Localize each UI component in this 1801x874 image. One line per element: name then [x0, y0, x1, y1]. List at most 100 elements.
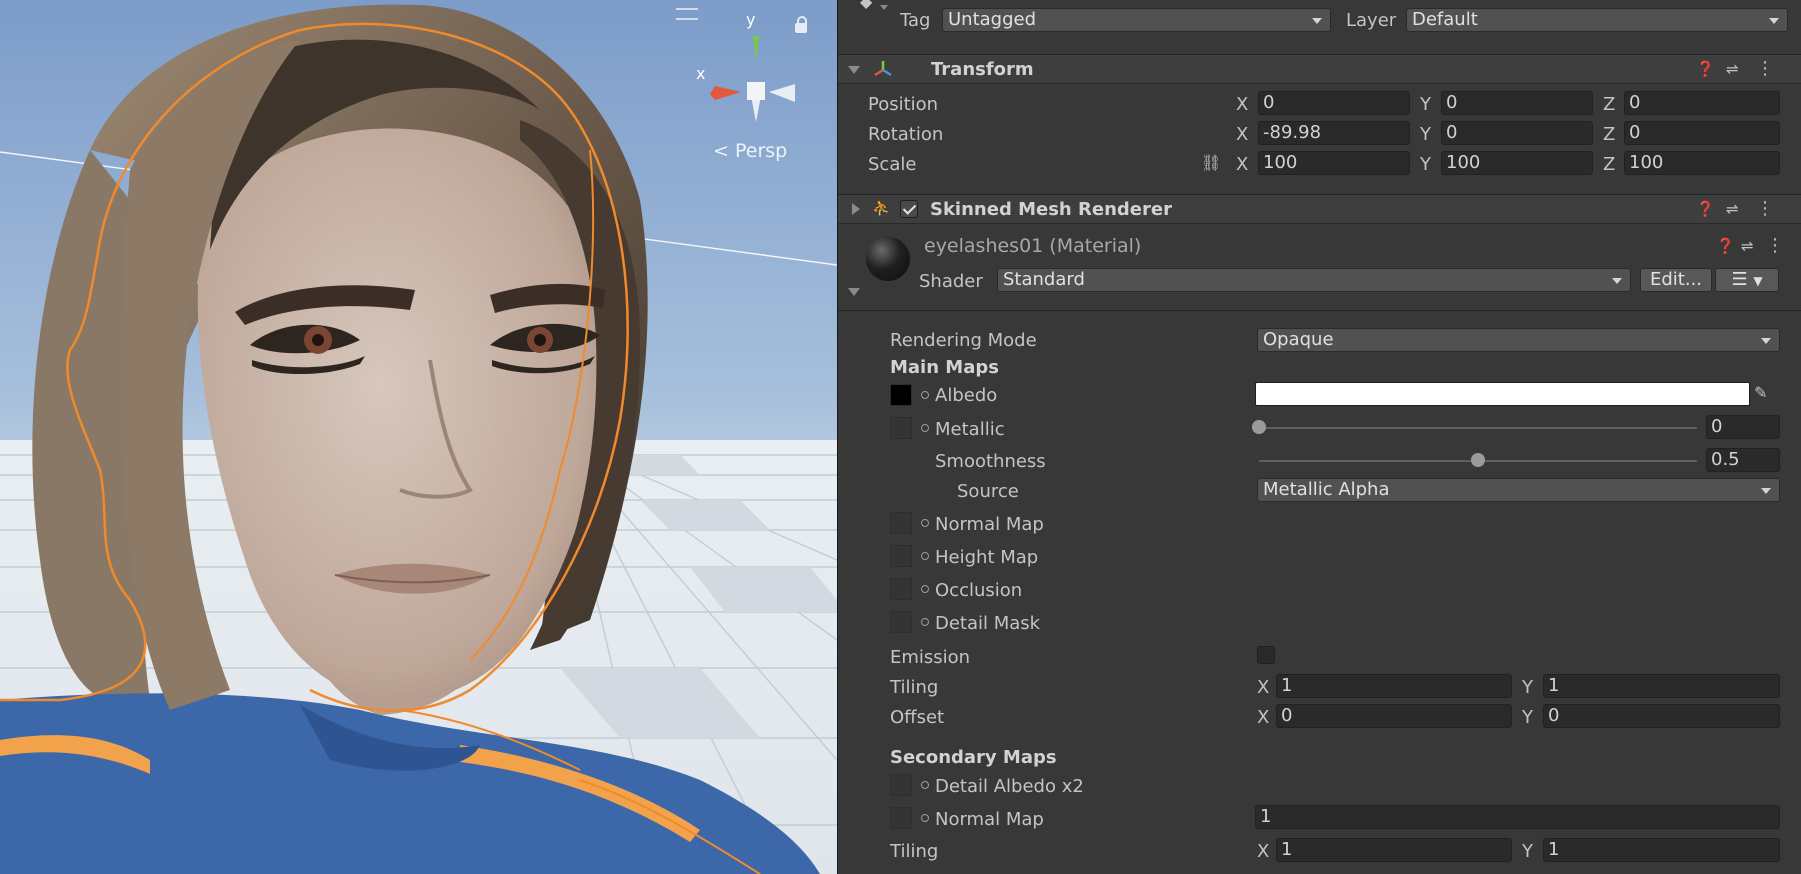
detail-mask-picker-icon[interactable] — [921, 618, 929, 626]
help-icon[interactable]: ❓ — [1696, 200, 1715, 218]
tiling-y-axis[interactable]: Y — [1522, 677, 1533, 698]
shader-list-button[interactable]: ☰ ▼ — [1715, 268, 1779, 292]
presets-icon[interactable]: ⇌ — [1726, 200, 1739, 218]
metallic-slider-track[interactable] — [1259, 427, 1697, 429]
detail-albedo-picker-icon[interactable] — [921, 781, 929, 789]
metallic-texture-picker-icon[interactable] — [921, 424, 929, 432]
smoothness-value-field[interactable]: 0.5 — [1706, 448, 1780, 472]
material-divider — [838, 310, 1801, 311]
offset-x-axis[interactable]: X — [1257, 707, 1269, 728]
tiling-x-field[interactable]: 1 — [1276, 674, 1512, 698]
rotation-y-axis[interactable]: Y — [1420, 124, 1431, 145]
secondary-tiling-y-axis[interactable]: Y — [1522, 841, 1533, 862]
position-y-field[interactable]: 0 — [1441, 91, 1593, 115]
more-options-icon[interactable]: ⋮ — [1766, 235, 1784, 256]
occlusion-texture-slot[interactable] — [890, 578, 912, 600]
rotation-y-field[interactable]: 0 — [1441, 121, 1593, 145]
metallic-slider-knob[interactable] — [1252, 420, 1266, 434]
height-map-texture-slot[interactable] — [890, 545, 912, 567]
source-value: Metallic Alpha — [1263, 479, 1390, 500]
chevron-down-icon — [1312, 18, 1322, 24]
secondary-normal-picker-icon[interactable] — [921, 814, 929, 822]
occlusion-picker-icon[interactable] — [921, 585, 929, 593]
chevron-down-icon — [1761, 338, 1771, 344]
secondary-tiling-x-field[interactable]: 1 — [1276, 838, 1512, 862]
scale-y-field[interactable]: 100 — [1441, 151, 1593, 175]
y-axis-cone[interactable] — [753, 36, 759, 62]
projection-label: Persp — [734, 140, 788, 162]
position-x-field[interactable]: 0 — [1258, 91, 1410, 115]
secondary-normal-scale-field[interactable]: 1 — [1255, 805, 1780, 829]
emission-label: Emission — [890, 647, 971, 668]
scene-view[interactable]: y x < Persp — [0, 0, 837, 874]
detail-mask-texture-slot[interactable] — [890, 611, 912, 633]
orientation-gizmo[interactable] — [695, 20, 815, 130]
position-x-axis[interactable]: X — [1236, 94, 1248, 115]
detail-albedo-texture-slot[interactable] — [890, 774, 912, 796]
rotation-z-axis[interactable]: Z — [1603, 124, 1615, 145]
static-dropdown-caret-icon[interactable] — [880, 5, 888, 10]
x-axis-cone[interactable] — [710, 86, 741, 100]
presets-icon[interactable]: ⇌ — [1726, 60, 1739, 78]
rotation-x-field[interactable]: -89.98 — [1258, 121, 1410, 145]
gizmo-center-cube[interactable] — [747, 82, 765, 100]
transform-title: Transform — [931, 59, 1034, 80]
scale-x-axis[interactable]: X — [1236, 154, 1248, 175]
position-z-axis[interactable]: Z — [1603, 94, 1615, 115]
presets-icon[interactable]: ⇌ — [1741, 237, 1754, 255]
metallic-texture-slot[interactable] — [890, 417, 912, 439]
source-dropdown[interactable]: Metallic Alpha — [1257, 478, 1780, 502]
offset-y-field[interactable]: 0 — [1543, 704, 1780, 728]
neg-x-axis-cone[interactable] — [769, 84, 795, 102]
scale-y-axis[interactable]: Y — [1420, 154, 1431, 175]
secondary-tiling-y-field[interactable]: 1 — [1543, 838, 1780, 862]
albedo-texture-picker-icon[interactable] — [921, 391, 929, 399]
unlink-scale-icon[interactable]: ⛓ — [1201, 153, 1221, 172]
scale-z-axis[interactable]: Z — [1603, 154, 1615, 175]
tiling-y-field[interactable]: 1 — [1543, 674, 1780, 698]
position-z-field[interactable]: 0 — [1624, 91, 1780, 115]
material-foldout-icon[interactable] — [848, 288, 860, 296]
tiling-label: Tiling — [890, 677, 939, 698]
projection-toggle[interactable]: < Persp — [713, 140, 787, 162]
metallic-label: Metallic — [935, 419, 1005, 440]
more-options-icon[interactable]: ⋮ — [1756, 198, 1774, 219]
transform-foldout-icon[interactable] — [848, 66, 860, 74]
help-icon[interactable]: ❓ — [1696, 60, 1715, 78]
help-icon[interactable]: ❓ — [1716, 237, 1735, 255]
eyedropper-icon[interactable]: ✎ — [1754, 383, 1767, 402]
rendering-mode-dropdown[interactable]: Opaque — [1257, 328, 1780, 352]
normal-map-texture-slot[interactable] — [890, 512, 912, 534]
skinned-mesh-foldout-icon[interactable] — [852, 203, 860, 215]
metallic-value-field[interactable]: 0 — [1706, 415, 1780, 439]
secondary-tiling-x-axis[interactable]: X — [1257, 841, 1269, 862]
albedo-texture-slot[interactable] — [890, 384, 912, 406]
more-options-icon[interactable]: ⋮ — [1756, 58, 1774, 79]
material-preview-sphere — [866, 237, 910, 281]
skinned-mesh-enabled-checkbox[interactable] — [900, 200, 918, 218]
layer-dropdown[interactable]: Default — [1406, 8, 1788, 32]
tag-dropdown[interactable]: Untagged — [942, 8, 1331, 32]
rotation-z-field[interactable]: 0 — [1624, 121, 1780, 145]
secondary-normal-label: Normal Map — [935, 809, 1044, 830]
overlay-drag-handle[interactable] — [676, 8, 698, 20]
scale-z-field[interactable]: 100 — [1624, 151, 1780, 175]
smoothness-slider-knob[interactable] — [1471, 453, 1485, 467]
scale-x-field[interactable]: 100 — [1258, 151, 1410, 175]
layer-value: Default — [1412, 9, 1478, 30]
normal-map-picker-icon[interactable] — [921, 519, 929, 527]
emission-checkbox[interactable] — [1257, 646, 1275, 664]
offset-y-axis[interactable]: Y — [1522, 707, 1533, 728]
height-map-picker-icon[interactable] — [921, 552, 929, 560]
shader-edit-button[interactable]: Edit... — [1640, 268, 1712, 292]
secondary-normal-texture-slot[interactable] — [890, 807, 912, 829]
rotation-x-axis[interactable]: X — [1236, 124, 1248, 145]
scale-label: Scale — [868, 154, 917, 175]
tag-label: Tag — [900, 10, 931, 31]
chevron-down-icon — [1612, 278, 1622, 284]
offset-x-field[interactable]: 0 — [1276, 704, 1512, 728]
albedo-color-field[interactable] — [1255, 382, 1750, 406]
position-y-axis[interactable]: Y — [1420, 94, 1431, 115]
tiling-x-axis[interactable]: X — [1257, 677, 1269, 698]
shader-dropdown[interactable]: Standard — [997, 268, 1631, 292]
